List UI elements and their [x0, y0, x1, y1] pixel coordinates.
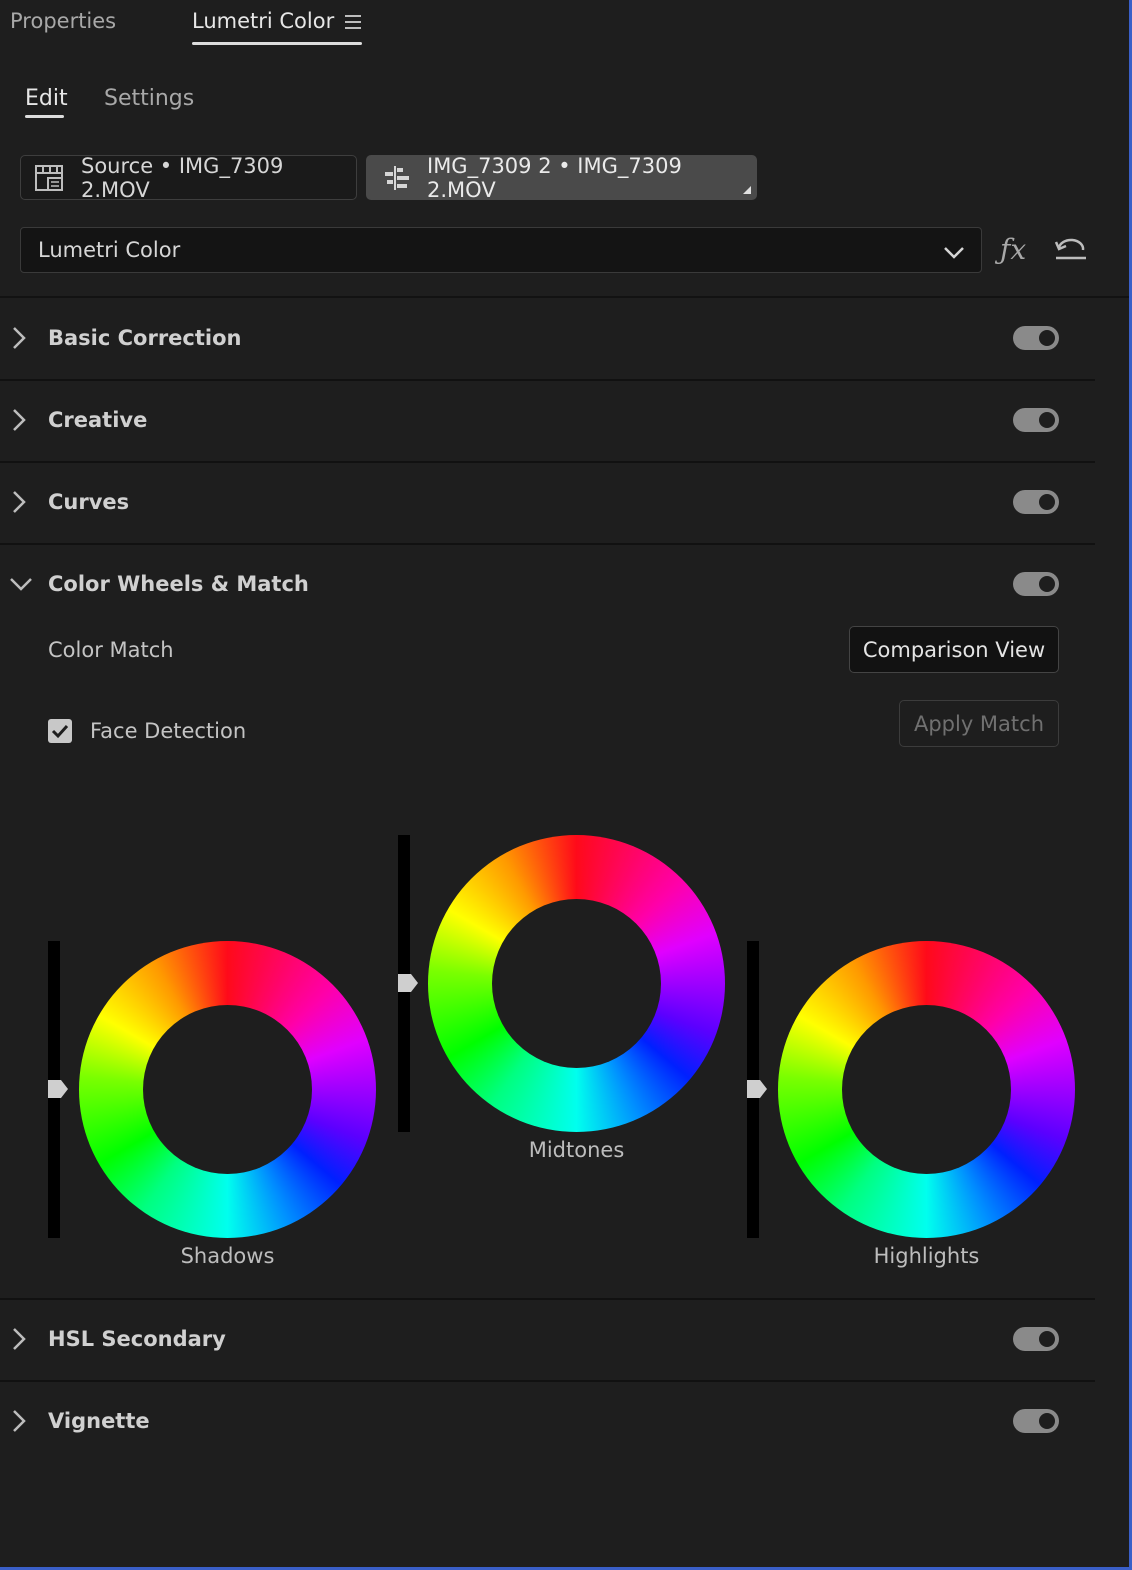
section-toggle[interactable]	[1013, 572, 1059, 596]
section-title: Vignette	[48, 1409, 150, 1433]
tab-edit[interactable]: Edit	[25, 86, 68, 111]
panel-tab-underline	[192, 42, 362, 45]
sequence-clip-label: IMG_7309 2 • IMG_7309 2.MOV	[427, 153, 682, 202]
toggle-knob	[1039, 1413, 1055, 1429]
effect-dropdown[interactable]: Lumetri Color	[20, 227, 982, 273]
section-basic-correction[interactable]: Basic Correction	[0, 298, 1095, 380]
chevron-right-icon	[10, 1409, 30, 1433]
sequence-clip-button[interactable]: IMG_7309 2 • IMG_7309 2.MOV	[366, 153, 757, 202]
wheel-center[interactable]	[842, 1005, 1011, 1174]
source-clip-icon	[34, 162, 66, 194]
section-vignette[interactable]: Vignette	[0, 1381, 1095, 1463]
comparison-view-button[interactable]: Comparison View	[849, 626, 1059, 673]
section-creative[interactable]: Creative	[0, 380, 1095, 462]
toggle-knob	[1039, 494, 1055, 510]
face-detection-checkbox[interactable]	[48, 719, 72, 743]
tab-edit-underline	[25, 115, 64, 118]
section-title: HSL Secondary	[48, 1327, 226, 1351]
tab-label: Edit	[25, 86, 68, 111]
panel-tab-properties[interactable]: Properties	[10, 9, 116, 33]
panel-tab-label: Properties	[10, 9, 117, 33]
chevron-right-icon	[10, 326, 30, 350]
midtones-slider-handle[interactable]	[398, 974, 418, 992]
source-clip-label: Source • IMG_7309 2.MOV	[81, 153, 284, 202]
section-toggle[interactable]	[1013, 408, 1059, 432]
apply-match-button[interactable]: Apply Match	[899, 700, 1059, 747]
source-clip-button[interactable]: Source • IMG_7309 2.MOV	[20, 153, 357, 202]
section-toggle[interactable]	[1013, 490, 1059, 514]
chevron-right-icon	[10, 490, 30, 514]
section-curves[interactable]: Curves	[0, 462, 1095, 544]
chevron-right-icon	[10, 408, 30, 432]
section-toggle[interactable]	[1013, 326, 1059, 350]
chevron-down-icon	[8, 574, 34, 594]
toggle-knob	[1039, 576, 1055, 592]
shadows-color-wheel[interactable]	[79, 941, 376, 1238]
section-title: Basic Correction	[48, 326, 242, 350]
shadows-label: Shadows	[180, 1244, 275, 1268]
section-hsl-secondary[interactable]: HSL Secondary	[0, 1299, 1095, 1381]
wheel-center[interactable]	[492, 899, 661, 1068]
tab-label: Settings	[104, 86, 195, 111]
effect-dropdown-value: Lumetri Color	[38, 238, 181, 262]
section-title: Creative	[48, 408, 148, 432]
midtones-label: Midtones	[528, 1138, 625, 1162]
sequence-clip-icon	[383, 164, 411, 192]
section-toggle[interactable]	[1013, 1327, 1059, 1351]
highlights-slider-handle[interactable]	[747, 1080, 767, 1098]
color-match-label: Color Match	[48, 638, 174, 662]
fx-icon[interactable]: ƒx	[1000, 233, 1026, 266]
toggle-knob	[1039, 330, 1055, 346]
corner-menu-icon	[743, 186, 751, 194]
panel-tab-lumetri-color[interactable]: Lumetri Color	[192, 9, 334, 33]
checkmark-icon	[51, 724, 69, 739]
shadows-slider-handle[interactable]	[48, 1080, 68, 1098]
section-color-wheels-match[interactable]: Color Wheels & Match	[0, 544, 1095, 626]
tab-settings[interactable]: Settings	[104, 86, 194, 111]
midtones-color-wheel[interactable]	[428, 835, 725, 1132]
highlights-color-wheel[interactable]	[778, 941, 1075, 1238]
reset-icon[interactable]	[1054, 236, 1088, 266]
face-detection-label: Face Detection	[90, 719, 247, 743]
panel-menu-icon[interactable]	[345, 14, 361, 30]
chevron-right-icon	[10, 1327, 30, 1351]
section-title: Curves	[48, 490, 130, 514]
toggle-knob	[1039, 412, 1055, 428]
toggle-knob	[1039, 1331, 1055, 1347]
chevron-down-icon	[943, 242, 965, 266]
section-toggle[interactable]	[1013, 1409, 1059, 1433]
wheel-center[interactable]	[143, 1005, 312, 1174]
section-title: Color Wheels & Match	[48, 572, 309, 596]
panel-tab-label: Lumetri Color	[192, 9, 335, 33]
highlights-label: Highlights	[873, 1244, 980, 1268]
